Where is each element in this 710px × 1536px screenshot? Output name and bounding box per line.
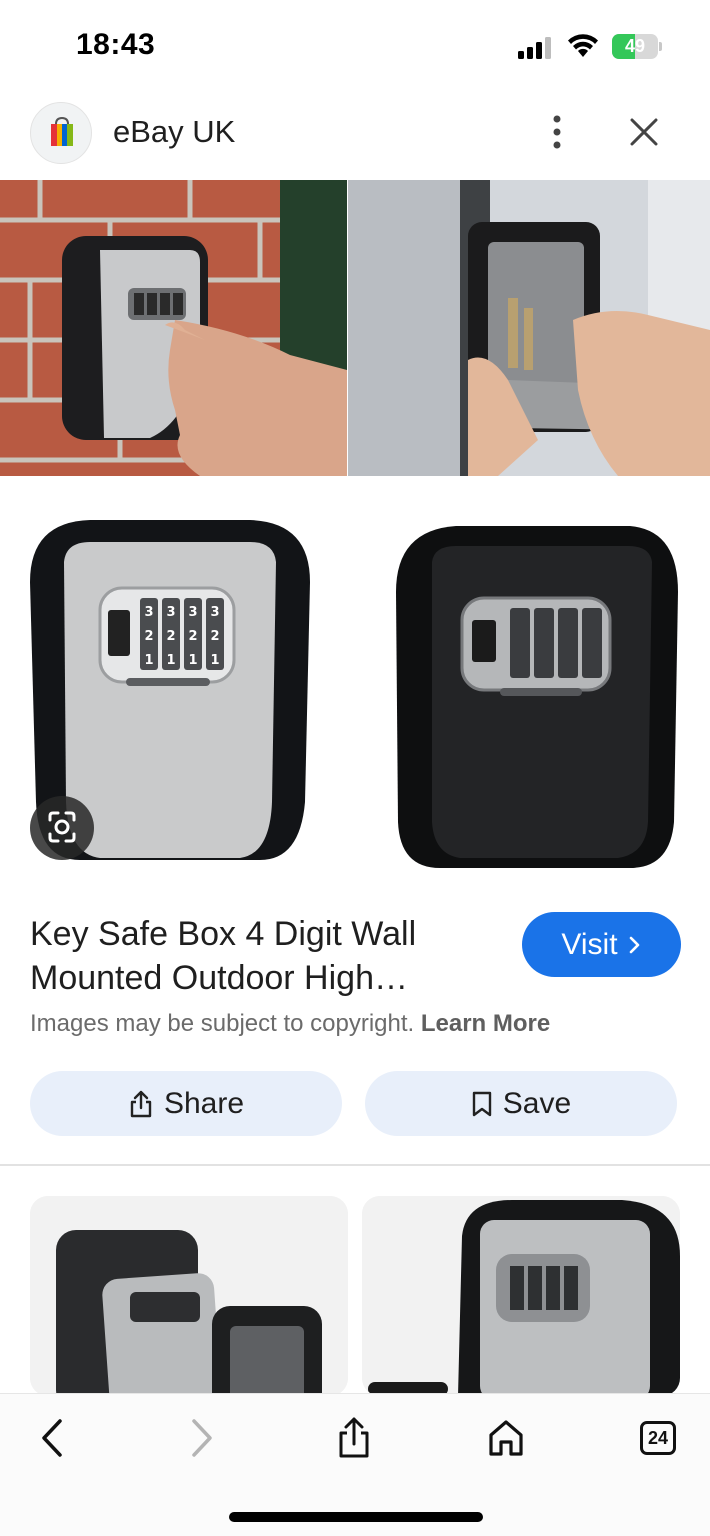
chevron-left-icon	[42, 1419, 62, 1457]
bookmark-icon	[472, 1091, 491, 1116]
ebay-shopping-bag-icon[interactable]	[30, 102, 92, 164]
keypad-digit: 2	[144, 629, 153, 644]
save-button[interactable]: Save	[365, 1071, 677, 1136]
related-image[interactable]	[30, 1196, 348, 1396]
share-page-button[interactable]	[330, 1414, 378, 1462]
product-image-open-with-keys[interactable]	[348, 180, 710, 476]
chevron-right-icon	[629, 936, 639, 953]
copyright-notice: Images may be subject to copyright. Lear…	[30, 1010, 550, 1038]
keypad-digit: 1	[210, 653, 219, 668]
share-label: Share	[163, 1086, 245, 1120]
keypad-digit: 2	[188, 629, 197, 644]
learn-more-link[interactable]: Learn More	[421, 1010, 550, 1037]
close-icon[interactable]	[622, 116, 666, 150]
site-name[interactable]: eBay UK	[113, 114, 235, 150]
home-button[interactable]	[482, 1414, 530, 1462]
home-icon	[489, 1420, 523, 1456]
result-title[interactable]: Key Safe Box 4 Digit Wall Mounted Outdoo…	[30, 912, 490, 1000]
keypad-digit: 2	[210, 629, 219, 644]
chevron-right-icon	[192, 1419, 212, 1457]
related-image[interactable]	[362, 1196, 680, 1396]
tabs-count: 24	[640, 1421, 676, 1455]
back-button[interactable]	[28, 1414, 76, 1462]
save-label: Save	[502, 1086, 572, 1120]
keypad-digit: 1	[166, 653, 175, 668]
share-icon	[130, 1090, 152, 1117]
keypad-digit: 3	[210, 605, 219, 620]
keypad-digit: 2	[166, 629, 175, 644]
forward-button[interactable]	[178, 1414, 226, 1462]
visit-label: Visit	[561, 927, 618, 961]
product-image-collage[interactable]: 3333 2222 1111	[0, 180, 710, 880]
page-header: eBay UK	[0, 96, 710, 178]
status-bar: 18:43 49	[0, 0, 710, 95]
copyright-text: Images may be subject to copyright.	[30, 1010, 415, 1037]
battery-percent: 49	[624, 36, 646, 56]
share-button[interactable]: Share	[30, 1071, 342, 1136]
home-indicator[interactable]	[229, 1512, 483, 1522]
wifi-icon	[568, 34, 598, 57]
keypad-digit: 3	[144, 605, 153, 620]
keypad-digit: 3	[166, 605, 175, 620]
keypad-digit: 1	[188, 653, 197, 668]
tabs-button[interactable]: 24	[634, 1414, 682, 1462]
cellular-signal-icon	[518, 37, 551, 59]
status-time: 18:43	[76, 28, 156, 61]
share-icon	[339, 1417, 369, 1458]
keypad-digit: 1	[144, 653, 153, 668]
keypad-digit: 3	[188, 605, 197, 620]
product-image-wall-mounted[interactable]	[0, 180, 347, 476]
product-image-black-front[interactable]	[360, 502, 710, 880]
battery-icon: 49	[612, 34, 662, 59]
more-options-icon[interactable]	[540, 112, 574, 152]
divider	[0, 1164, 710, 1166]
google-lens-icon[interactable]	[30, 796, 94, 860]
visit-button[interactable]: Visit	[522, 912, 681, 977]
